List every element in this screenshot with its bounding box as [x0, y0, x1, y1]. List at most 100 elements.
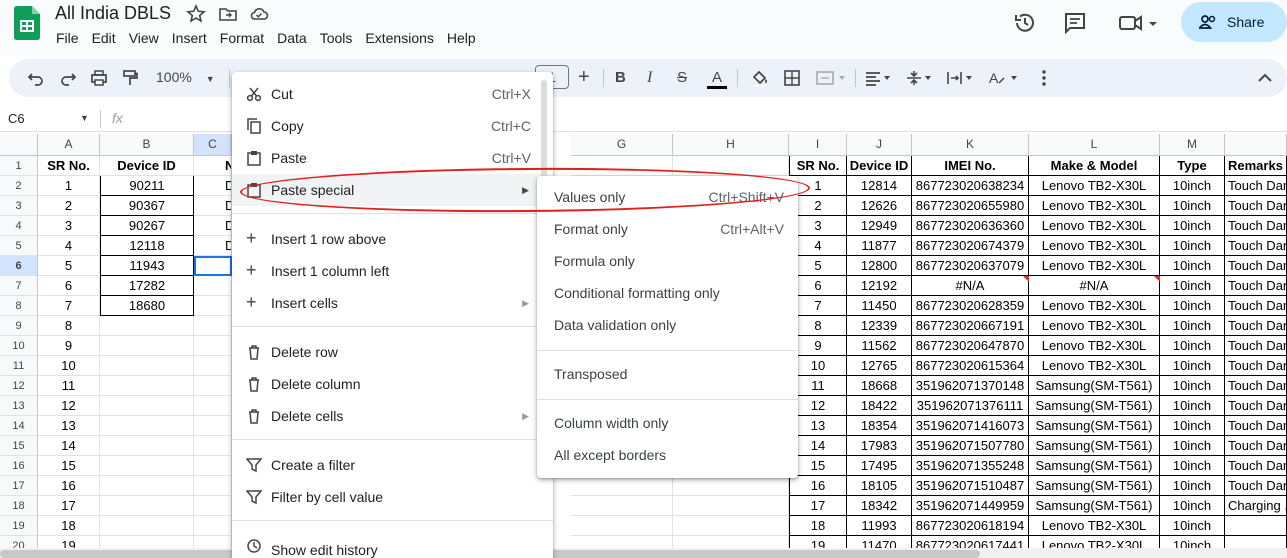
table-cell[interactable]: [1225, 516, 1287, 536]
row-header[interactable]: 17: [0, 476, 38, 496]
table-cell[interactable]: 17: [789, 496, 847, 516]
menu-item-copy[interactable]: Copy Ctrl+C: [232, 110, 553, 142]
table-cell[interactable]: [194, 376, 232, 396]
table-cell[interactable]: D: [194, 196, 232, 216]
table-cell[interactable]: Touch Dar: [1225, 456, 1287, 476]
table-cell[interactable]: [100, 396, 194, 416]
print-icon[interactable]: [90, 69, 108, 87]
submenu-item-transposed[interactable]: Transposed: [537, 358, 798, 390]
submenu-item-data-validation[interactable]: Data validation only: [537, 309, 798, 341]
table-cell[interactable]: [100, 336, 194, 356]
table-cell[interactable]: 351962071416073: [912, 416, 1029, 436]
table-cell[interactable]: 2: [38, 196, 100, 216]
table-cell[interactable]: 10inch: [1160, 416, 1225, 436]
table-cell[interactable]: [194, 496, 232, 516]
vertical-align-icon[interactable]: [905, 69, 935, 87]
table-cell[interactable]: 351962071510487: [912, 476, 1029, 496]
table-cell[interactable]: 10: [38, 356, 100, 376]
menu-item-filter-by-value[interactable]: Filter by cell value: [232, 481, 553, 513]
name-box[interactable]: C6: [8, 111, 25, 126]
table-cell[interactable]: Touch Dar: [1225, 356, 1287, 376]
row-header[interactable]: 3: [0, 196, 38, 216]
table-cell[interactable]: 867723020618194: [912, 516, 1029, 536]
table-cell[interactable]: Touch Dar: [1225, 476, 1287, 496]
table-cell[interactable]: 10inch: [1160, 396, 1225, 416]
table-cell[interactable]: 351962071507780: [912, 436, 1029, 456]
table-cell[interactable]: 11562: [847, 336, 912, 356]
table-cell[interactable]: 10inch: [1160, 216, 1225, 236]
menu-item-edit-history[interactable]: Show edit history: [232, 530, 553, 558]
table-cell[interactable]: [194, 436, 232, 456]
table-cell[interactable]: Touch Dar: [1225, 416, 1287, 436]
table-cell[interactable]: [100, 356, 194, 376]
table-cell[interactable]: 18: [38, 516, 100, 536]
table-cell[interactable]: Lenovo TB2-X30L: [1029, 336, 1160, 356]
column-header[interactable]: L: [1029, 134, 1160, 156]
table-cell[interactable]: 351962071376111: [912, 396, 1029, 416]
table-cell[interactable]: [194, 516, 232, 536]
table-cell[interactable]: 351962071370148: [912, 376, 1029, 396]
increase-font-size-icon[interactable]: +: [578, 66, 590, 88]
table-cell[interactable]: 867723020636360: [912, 216, 1029, 236]
table-cell[interactable]: 11943: [100, 256, 194, 276]
table-cell[interactable]: 867723020647870: [912, 336, 1029, 356]
row-header[interactable]: 5: [0, 236, 38, 256]
table-cell[interactable]: Remarks: [1225, 156, 1287, 176]
table-cell[interactable]: 10inch: [1160, 296, 1225, 316]
row-header[interactable]: 8: [0, 296, 38, 316]
table-cell[interactable]: [571, 476, 673, 496]
column-header[interactable]: B: [100, 134, 194, 156]
table-cell[interactable]: Lenovo TB2-X30L: [1029, 196, 1160, 216]
table-cell[interactable]: Touch Dar: [1225, 256, 1287, 276]
table-cell[interactable]: 18422: [847, 396, 912, 416]
paint-format-icon[interactable]: [121, 69, 139, 87]
table-cell[interactable]: [571, 516, 673, 536]
menu-item-insert-column[interactable]: + Insert 1 column left: [232, 255, 553, 287]
column-header[interactable]: G: [571, 134, 673, 156]
column-header[interactable]: H: [673, 134, 789, 156]
row-header[interactable]: 18: [0, 496, 38, 516]
cloud-status-icon[interactable]: [249, 4, 269, 24]
table-cell[interactable]: 3: [38, 216, 100, 236]
table-cell[interactable]: [194, 456, 232, 476]
table-cell[interactable]: Touch Dar: [1225, 316, 1287, 336]
table-cell[interactable]: [194, 416, 232, 436]
table-cell[interactable]: 10inch: [1160, 236, 1225, 256]
table-cell[interactable]: 11450: [847, 296, 912, 316]
table-cell[interactable]: Touch Dar: [1225, 236, 1287, 256]
table-cell[interactable]: 12192: [847, 276, 912, 296]
menu-scrollbar[interactable]: [541, 80, 547, 180]
column-header[interactable]: C: [194, 134, 232, 156]
table-cell[interactable]: Na: [194, 156, 232, 176]
text-rotation-icon[interactable]: A: [987, 69, 1021, 87]
table-cell[interactable]: 12814: [847, 176, 912, 196]
table-cell[interactable]: 867723020674379: [912, 236, 1029, 256]
submenu-item-formula-only[interactable]: Formula only: [537, 245, 798, 277]
table-cell[interactable]: 867723020655980: [912, 196, 1029, 216]
collapse-toolbar-icon[interactable]: [1256, 69, 1274, 87]
more-options-icon[interactable]: [1039, 69, 1049, 87]
table-cell[interactable]: 16: [38, 476, 100, 496]
table-cell[interactable]: 12765: [847, 356, 912, 376]
menu-file[interactable]: File: [56, 30, 79, 46]
row-header[interactable]: 4: [0, 216, 38, 236]
row-header[interactable]: 15: [0, 436, 38, 456]
italic-icon[interactable]: I: [647, 69, 652, 87]
row-header[interactable]: 2: [0, 176, 38, 196]
table-cell[interactable]: 351962071355248: [912, 456, 1029, 476]
table-cell[interactable]: 17282: [100, 276, 194, 296]
table-cell[interactable]: 16: [789, 476, 847, 496]
table-cell[interactable]: D: [194, 216, 232, 236]
zoom-select[interactable]: 100% ▼: [156, 69, 215, 87]
table-cell[interactable]: 10inch: [1160, 256, 1225, 276]
table-cell[interactable]: [673, 476, 789, 496]
table-cell[interactable]: 10inch: [1160, 436, 1225, 456]
table-cell[interactable]: 11: [38, 376, 100, 396]
table-cell[interactable]: [100, 436, 194, 456]
table-cell[interactable]: 867723020638234: [912, 176, 1029, 196]
table-cell[interactable]: 18354: [847, 416, 912, 436]
text-color-icon[interactable]: A: [707, 69, 727, 89]
table-cell[interactable]: 867723020667191: [912, 316, 1029, 336]
table-cell[interactable]: 10inch: [1160, 456, 1225, 476]
table-cell[interactable]: Device ID: [100, 156, 194, 176]
